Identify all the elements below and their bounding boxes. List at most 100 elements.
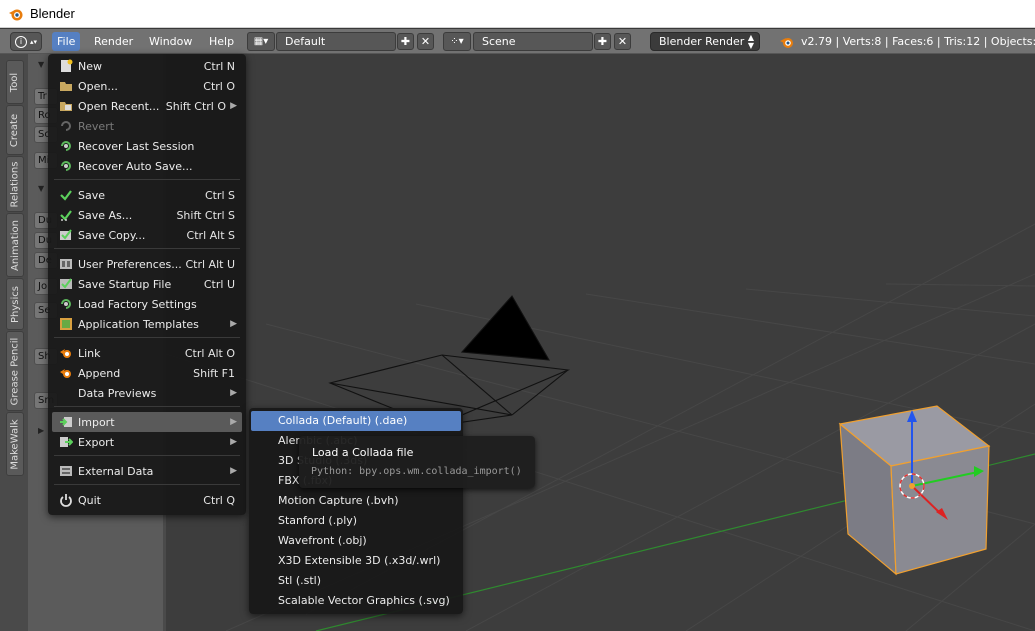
- append-icon: [58, 365, 74, 381]
- submenu-arrow-icon: ▶: [230, 417, 237, 427]
- tab-tool[interactable]: Tool: [6, 60, 24, 104]
- menu-help[interactable]: Help: [204, 32, 239, 51]
- menu-separator: [54, 337, 240, 338]
- submenu-arrow-icon: ▶: [230, 319, 237, 329]
- recover-icon: [58, 158, 74, 174]
- menu-item-open[interactable]: Open... Ctrl O: [52, 76, 242, 96]
- tab-makewalk[interactable]: MakeWalk: [6, 412, 24, 476]
- menu-separator: [54, 455, 240, 456]
- scene-stats: v2.79 | Verts:8 | Faces:6 | Tris:12 | Ob…: [779, 32, 1035, 51]
- menu-item-save[interactable]: Save Ctrl S: [52, 185, 242, 205]
- preferences-icon: [58, 256, 74, 272]
- tab-physics[interactable]: Physics: [6, 278, 24, 330]
- title-bar: Blender: [0, 0, 1035, 28]
- menu-render[interactable]: Render: [89, 32, 138, 51]
- render-engine-select[interactable]: Blender Render ▲ ▼: [650, 32, 760, 51]
- layout-name-field[interactable]: Default: [276, 32, 396, 51]
- submenu-arrow-icon: ▶: [230, 466, 237, 476]
- import-bvh[interactable]: Motion Capture (.bvh): [251, 491, 461, 511]
- menu-item-revert[interactable]: Revert: [52, 116, 242, 136]
- folder-icon: [58, 78, 74, 94]
- menu-item-append[interactable]: Append Shift F1: [52, 363, 242, 383]
- menu-item-save-as[interactable]: Save As... Shift Ctrl S: [52, 205, 242, 225]
- factory-icon: [58, 296, 74, 312]
- tab-animation[interactable]: Animation: [6, 213, 24, 277]
- tooltip-python: Python: bpy.ops.wm.collada_import(): [311, 466, 522, 477]
- menu-item-data-previews[interactable]: Data Previews ▶: [52, 383, 242, 403]
- new-file-icon: [58, 58, 74, 74]
- check-icon: [58, 207, 74, 223]
- import-collada[interactable]: Collada (Default) (.dae): [251, 411, 461, 431]
- menu-item-user-preferences[interactable]: User Preferences... Ctrl Alt U: [52, 254, 242, 274]
- import-svg[interactable]: Scalable Vector Graphics (.svg): [251, 591, 461, 611]
- menu-item-save-startup-file[interactable]: Save Startup File Ctrl U: [52, 274, 242, 294]
- blender-window: Blender i ▴▾ File Render Window Help ▦▾ …: [0, 0, 1035, 631]
- remove-scene-button[interactable]: ✕: [614, 33, 631, 50]
- stats-text: v2.79 | Verts:8 | Faces:6 | Tris:12 | Ob…: [801, 35, 1035, 48]
- revert-icon: [58, 118, 74, 134]
- submenu-arrow-icon: ▶: [230, 388, 237, 398]
- menu-separator: [54, 248, 240, 249]
- menu-item-recover-auto-save[interactable]: Recover Auto Save...: [52, 156, 242, 176]
- external-data-icon: [58, 463, 74, 479]
- info-header: i ▴▾ File Render Window Help ▦▾ Default …: [0, 29, 1035, 54]
- save-startup-icon: [58, 276, 74, 292]
- menu-item-new[interactable]: New Ctrl N: [52, 56, 242, 76]
- add-layout-button[interactable]: ✚: [397, 33, 414, 50]
- save-copy-icon: [58, 227, 74, 243]
- toolshelf-tabs: Tool Create Relations Animation Physics …: [0, 54, 28, 631]
- recover-icon: [58, 138, 74, 154]
- import-stl[interactable]: Stl (.stl): [251, 571, 461, 591]
- menu-file[interactable]: File: [52, 32, 81, 51]
- menu-item-recover-last-session[interactable]: Recover Last Session: [52, 136, 242, 156]
- menu-item-quit[interactable]: Quit Ctrl Q: [52, 490, 242, 510]
- menu-item-application-templates[interactable]: Application Templates ▶: [52, 314, 242, 334]
- menu-separator: [54, 179, 240, 180]
- window-title: Blender: [30, 6, 75, 21]
- remove-layout-button[interactable]: ✕: [417, 33, 434, 50]
- import-ply[interactable]: Stanford (.ply): [251, 511, 461, 531]
- chevron-updown-icon: ▴▾: [29, 37, 38, 46]
- import-x3d[interactable]: X3D Extensible 3D (.x3d/.wrl): [251, 551, 461, 571]
- cube-object[interactable]: [838, 405, 991, 576]
- tab-relations[interactable]: Relations: [6, 156, 24, 212]
- blender-logo-icon: [8, 6, 24, 22]
- menu-separator: [54, 484, 240, 485]
- menu-item-external-data[interactable]: External Data ▶: [52, 461, 242, 481]
- layout-grid-icon: ▦▾: [253, 36, 269, 47]
- info-icon: i: [14, 35, 27, 48]
- menu-separator: [54, 406, 240, 407]
- scene-name-field[interactable]: Scene: [473, 32, 593, 51]
- scene-icon: ⁘▾: [450, 36, 464, 47]
- screen-layout-selector[interactable]: ▦▾: [247, 32, 275, 51]
- import-obj[interactable]: Wavefront (.obj): [251, 531, 461, 551]
- render-engine-label: Blender Render: [659, 35, 745, 48]
- menu-item-link[interactable]: Link Ctrl Alt O: [52, 343, 242, 363]
- menu-item-export[interactable]: Export ▶: [52, 432, 242, 452]
- menu-item-import[interactable]: Import ▶: [52, 412, 242, 432]
- panel-expand-icon[interactable]: ▶: [38, 426, 44, 435]
- add-scene-button[interactable]: ✚: [594, 33, 611, 50]
- panel-collapse-icon[interactable]: ▼: [38, 60, 44, 69]
- tooltip-title: Load a Collada file: [312, 446, 414, 459]
- link-icon: [58, 345, 74, 361]
- export-icon: [58, 434, 74, 450]
- tab-create[interactable]: Create: [6, 105, 24, 155]
- panel-collapse-icon[interactable]: ▼: [38, 184, 44, 193]
- editor-type-button[interactable]: i ▴▾: [10, 32, 42, 51]
- scene-selector[interactable]: ⁘▾: [443, 32, 471, 51]
- menu-item-load-factory-settings[interactable]: Load Factory Settings: [52, 294, 242, 314]
- tab-grease-pencil[interactable]: Grease Pencil: [6, 331, 24, 411]
- check-icon: [58, 187, 74, 203]
- menu-item-save-copy[interactable]: Save Copy... Ctrl Alt S: [52, 225, 242, 245]
- menu-item-open-recent[interactable]: Open Recent... Shift Ctrl O ▶: [52, 96, 242, 116]
- power-icon: [58, 492, 74, 508]
- templates-icon: [58, 316, 74, 332]
- tooltip: Load a Collada file Python: bpy.ops.wm.c…: [299, 436, 535, 488]
- import-icon: [58, 414, 74, 430]
- open-recent-icon: [58, 98, 74, 114]
- camera-object[interactable]: [328, 295, 571, 427]
- submenu-arrow-icon: ▶: [230, 101, 237, 111]
- file-menu: New Ctrl N Open... Ctrl O Open Recent...…: [48, 54, 246, 515]
- menu-window[interactable]: Window: [144, 32, 197, 51]
